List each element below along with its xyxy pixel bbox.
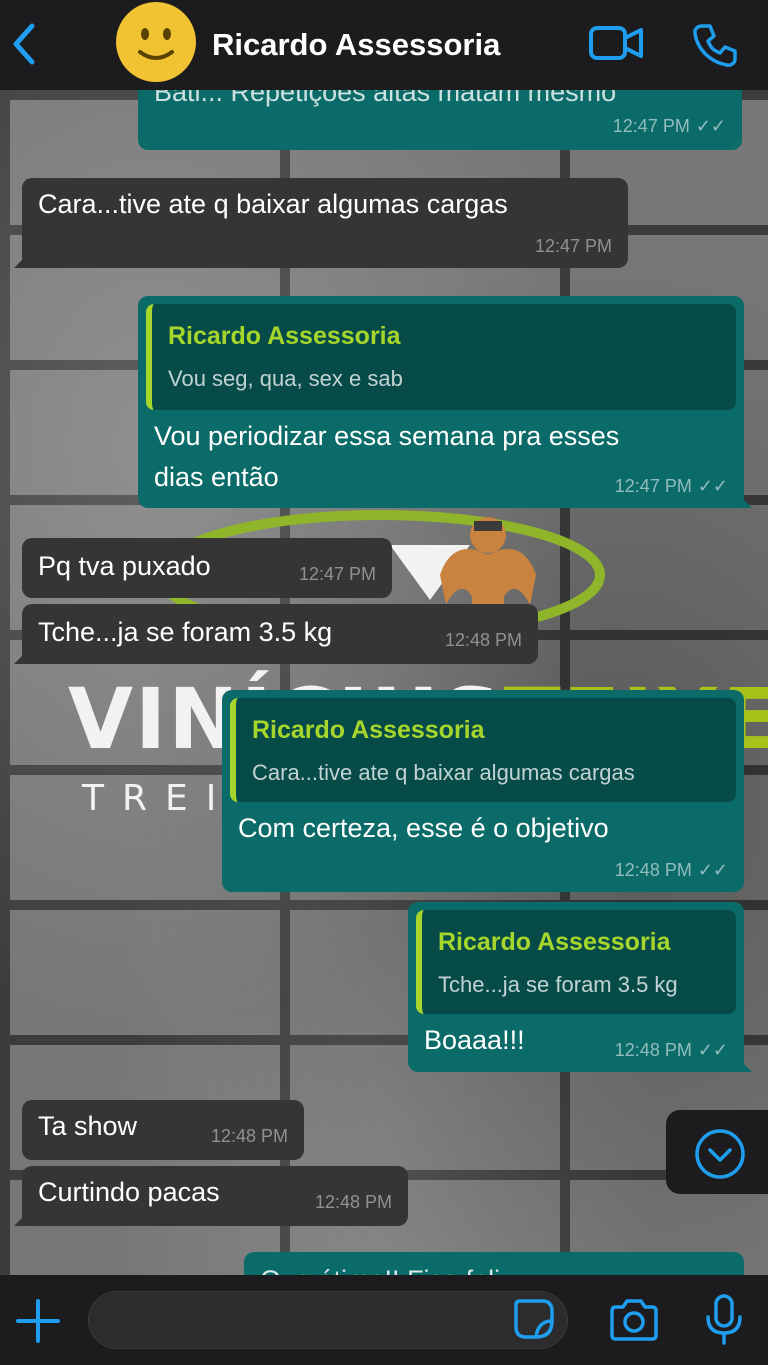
message-text: Com certeza, esse é o objetivo xyxy=(238,813,609,843)
contact-name[interactable]: Ricardo Assessoria xyxy=(212,27,500,63)
plus-icon[interactable] xyxy=(16,1299,60,1343)
message-bubble-outgoing[interactable]: Ricardo Assessoria Cara...tive ate q bai… xyxy=(222,690,744,892)
read-receipt-icon: ✓✓ xyxy=(697,860,728,880)
quote-author: Ricardo Assessoria xyxy=(438,928,671,956)
message-text-line-2: dias então xyxy=(154,462,279,492)
phone-call-icon[interactable] xyxy=(692,22,738,68)
message-time: 12:47 PM xyxy=(534,236,612,256)
quoted-message[interactable]: Ricardo Assessoria Vou seg, qua, sex e s… xyxy=(146,304,736,410)
message-time: 12:48 PM ✓✓ xyxy=(614,860,728,880)
microphone-icon[interactable] xyxy=(704,1293,744,1347)
message-text-line-1: Vou periodizar essa semana pra esses xyxy=(154,421,620,451)
quote-author: Ricardo Assessoria xyxy=(168,322,401,350)
quote-text: Vou seg, qua, sex e sab xyxy=(168,366,403,391)
message-time: 12:47 PM ✓✓ xyxy=(614,476,728,496)
smiley-face-icon xyxy=(118,4,194,80)
quote-text: Tche...ja se foram 3.5 kg xyxy=(438,972,678,997)
quote-author: Ricardo Assessoria xyxy=(252,716,485,744)
avatar[interactable] xyxy=(116,2,196,82)
message-time: 12:48 PM ✓✓ xyxy=(614,1040,728,1060)
back-arrow-icon[interactable] xyxy=(8,20,38,68)
message-text: Cara...tive ate q baixar algumas cargas xyxy=(38,189,508,219)
sticker-icon[interactable] xyxy=(512,1297,556,1341)
message-time: 12:48 PM xyxy=(210,1126,288,1146)
message-input[interactable] xyxy=(88,1291,568,1349)
quoted-message[interactable]: Ricardo Assessoria Cara...tive ate q bai… xyxy=(230,698,736,802)
message-input-bar xyxy=(0,1275,768,1365)
message-time: 12:47 PM ✓✓ xyxy=(612,116,726,136)
message-text: Tche...ja se foram 3.5 kg xyxy=(38,617,333,647)
scroll-to-bottom-button[interactable] xyxy=(666,1110,768,1194)
read-receipt-icon: ✓✓ xyxy=(695,116,726,136)
read-receipt-icon: ✓✓ xyxy=(697,476,728,496)
message-time: 12:48 PM xyxy=(314,1192,392,1212)
chat-header: Ricardo Assessoria xyxy=(0,0,768,90)
camera-icon[interactable] xyxy=(608,1297,660,1343)
message-bubble-incoming[interactable]: Curtindo pacas 12:48 PM xyxy=(22,1166,408,1226)
message-bubble-incoming[interactable]: Cara...tive ate q baixar algumas cargas … xyxy=(22,178,628,268)
quote-text: Cara...tive ate q baixar algumas cargas xyxy=(252,760,635,785)
message-time: 12:48 PM xyxy=(444,630,522,650)
message-text: Boaaa!!! xyxy=(424,1025,525,1055)
quoted-message[interactable]: Ricardo Assessoria Tche...ja se foram 3.… xyxy=(416,910,736,1014)
video-call-icon[interactable] xyxy=(588,22,644,64)
read-receipt-icon: ✓✓ xyxy=(697,1040,728,1060)
chevron-down-circle-icon xyxy=(695,1129,745,1179)
message-text: Pq tva puxado xyxy=(38,551,211,581)
message-bubble-incoming[interactable]: Pq tva puxado 12:47 PM xyxy=(22,538,392,598)
message-text: Ta show xyxy=(38,1111,138,1141)
message-bubble-outgoing[interactable]: Ricardo Assessoria Tche...ja se foram 3.… xyxy=(408,902,744,1072)
message-bubble-outgoing[interactable]: Ricardo Assessoria Vou seg, qua, sex e s… xyxy=(138,296,744,508)
message-time: 12:47 PM xyxy=(298,564,376,584)
message-bubble-incoming[interactable]: Tche...ja se foram 3.5 kg 12:48 PM xyxy=(22,604,538,664)
message-bubble-incoming[interactable]: Ta show 12:48 PM xyxy=(22,1100,304,1160)
message-text: Curtindo pacas xyxy=(38,1177,220,1207)
